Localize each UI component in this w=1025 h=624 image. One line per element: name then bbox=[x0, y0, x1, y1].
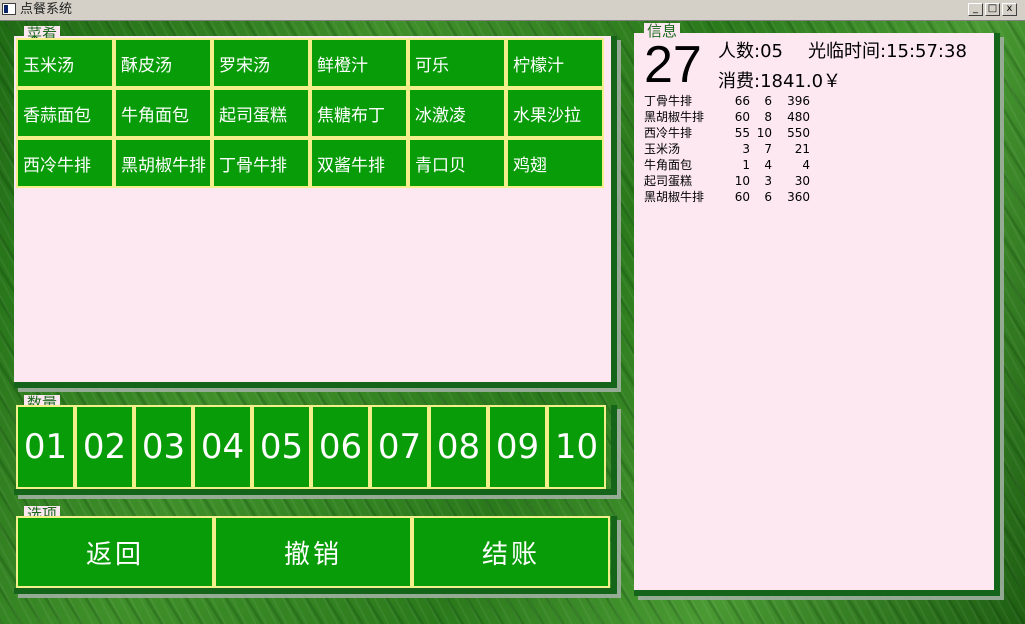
quantity-row: 01 02 03 04 05 06 07 08 09 10 bbox=[16, 405, 606, 489]
menu-grid: 玉米汤 酥皮汤 罗宋汤 鲜橙汁 可乐 柠檬汁 香蒜面包 牛角面包 起司蛋糕 焦糖… bbox=[16, 38, 604, 188]
quantity-button[interactable]: 01 bbox=[16, 405, 75, 489]
order-item-name: 牛角面包 bbox=[644, 158, 693, 172]
order-item-name: 西冷牛排 bbox=[644, 126, 693, 140]
order-item-price: 60 bbox=[734, 110, 750, 124]
table-number: 27 bbox=[644, 36, 702, 94]
dish-button[interactable]: 焦糖布丁 bbox=[310, 88, 408, 138]
dish-button[interactable]: 鲜橙汁 bbox=[310, 38, 408, 88]
order-item-subtotal: 396 bbox=[787, 94, 810, 108]
order-item-qty: 6 bbox=[764, 94, 772, 108]
close-button[interactable]: x bbox=[1002, 3, 1017, 16]
order-row: 黑胡椒牛排 60 6 360 bbox=[644, 189, 810, 205]
options-row: 返回 撤销 结账 bbox=[16, 516, 610, 588]
dish-button[interactable]: 双酱牛排 bbox=[310, 138, 408, 188]
quantity-button[interactable]: 08 bbox=[429, 405, 488, 489]
info-panel: 信息 27 人数:05 光临时间:15:57:38 消费:1841.0￥ 丁骨牛… bbox=[634, 23, 1000, 596]
order-item-name: 黑胡椒牛排 bbox=[644, 110, 705, 124]
order-item-qty: 6 bbox=[764, 190, 772, 204]
minimize-button[interactable]: _ bbox=[968, 3, 983, 16]
order-item-qty: 7 bbox=[764, 142, 772, 156]
order-item-qty: 8 bbox=[764, 110, 772, 124]
dish-button[interactable]: 起司蛋糕 bbox=[212, 88, 310, 138]
dish-button[interactable]: 青口贝 bbox=[408, 138, 506, 188]
dish-button[interactable]: 玉米汤 bbox=[16, 38, 114, 88]
order-row: 起司蛋糕 10 3 30 bbox=[644, 173, 810, 189]
total-spent: 消费:1841.0￥ bbox=[718, 71, 842, 92]
order-item-subtotal: 360 bbox=[787, 190, 810, 204]
dish-button[interactable]: 柠檬汁 bbox=[506, 38, 604, 88]
order-item-price: 66 bbox=[734, 94, 750, 108]
dish-button[interactable]: 香蒜面包 bbox=[16, 88, 114, 138]
quantity-button[interactable]: 02 bbox=[75, 405, 134, 489]
quantity-button[interactable]: 04 bbox=[193, 405, 252, 489]
order-item-subtotal: 480 bbox=[787, 110, 810, 124]
order-row: 西冷牛排 55 10 550 bbox=[644, 125, 810, 141]
dish-button[interactable]: 水果沙拉 bbox=[506, 88, 604, 138]
order-item-qty: 10 bbox=[756, 126, 772, 140]
order-item-name: 玉米汤 bbox=[644, 142, 681, 156]
order-row: 牛角面包 1 4 4 bbox=[644, 157, 810, 173]
people-count: 人数:05 bbox=[718, 41, 783, 62]
quantity-button[interactable]: 07 bbox=[370, 405, 429, 489]
dish-button[interactable]: 罗宋汤 bbox=[212, 38, 310, 88]
window-title: 点餐系统 bbox=[20, 2, 73, 17]
order-row: 丁骨牛排 66 6 396 bbox=[644, 93, 810, 109]
order-item-subtotal: 550 bbox=[787, 126, 810, 140]
quantity-group: 数量 01 02 03 04 05 06 07 08 09 10 bbox=[14, 395, 617, 495]
quantity-button[interactable]: 05 bbox=[252, 405, 311, 489]
order-item-subtotal: 4 bbox=[802, 158, 810, 172]
quantity-button[interactable]: 10 bbox=[547, 405, 606, 489]
app-icon bbox=[2, 3, 16, 15]
dish-button[interactable]: 丁骨牛排 bbox=[212, 138, 310, 188]
order-item-price: 1 bbox=[742, 158, 750, 172]
quantity-button[interactable]: 06 bbox=[311, 405, 370, 489]
order-item-price: 55 bbox=[734, 126, 750, 140]
undo-button[interactable]: 撤销 bbox=[214, 516, 412, 588]
order-row: 玉米汤 3 7 21 bbox=[644, 141, 810, 157]
order-item-qty: 3 bbox=[764, 174, 772, 188]
order-item-subtotal: 30 bbox=[794, 174, 810, 188]
menu-group: 菜肴 玉米汤 酥皮汤 罗宋汤 鲜橙汁 可乐 柠檬汁 香蒜面包 牛角面包 起司蛋糕… bbox=[14, 26, 617, 388]
options-group: 选项 返回 撤销 结账 bbox=[14, 506, 617, 594]
order-list: 丁骨牛排 66 6 396 黑胡椒牛排 60 8 480 西冷牛排 55 10 550 玉米汤 3 7 21 牛… bbox=[644, 93, 810, 205]
dish-button[interactable]: 可乐 bbox=[408, 38, 506, 88]
order-item-name: 黑胡椒牛排 bbox=[644, 190, 705, 204]
dish-button[interactable]: 牛角面包 bbox=[114, 88, 212, 138]
order-item-price: 10 bbox=[734, 174, 750, 188]
quantity-button[interactable]: 03 bbox=[134, 405, 193, 489]
return-button[interactable]: 返回 bbox=[16, 516, 214, 588]
dish-button[interactable]: 鸡翅 bbox=[506, 138, 604, 188]
order-item-price: 60 bbox=[734, 190, 750, 204]
dish-button[interactable]: 黑胡椒牛排 bbox=[114, 138, 212, 188]
order-row: 黑胡椒牛排 60 8 480 bbox=[644, 109, 810, 125]
dish-button[interactable]: 西冷牛排 bbox=[16, 138, 114, 188]
dish-button[interactable]: 冰激凌 bbox=[408, 88, 506, 138]
arrival-time: 光临时间:15:57:38 bbox=[808, 41, 967, 62]
order-item-qty: 4 bbox=[764, 158, 772, 172]
maximize-button[interactable]: □ bbox=[985, 3, 1000, 16]
dish-button[interactable]: 酥皮汤 bbox=[114, 38, 212, 88]
order-item-name: 起司蛋糕 bbox=[644, 174, 693, 188]
title-bar: 点餐系统 _ □ x bbox=[0, 0, 1025, 21]
order-item-subtotal: 21 bbox=[794, 142, 810, 156]
checkout-button[interactable]: 结账 bbox=[412, 516, 610, 588]
order-item-price: 3 bbox=[742, 142, 750, 156]
quantity-button[interactable]: 09 bbox=[488, 405, 547, 489]
order-item-name: 丁骨牛排 bbox=[644, 94, 693, 108]
